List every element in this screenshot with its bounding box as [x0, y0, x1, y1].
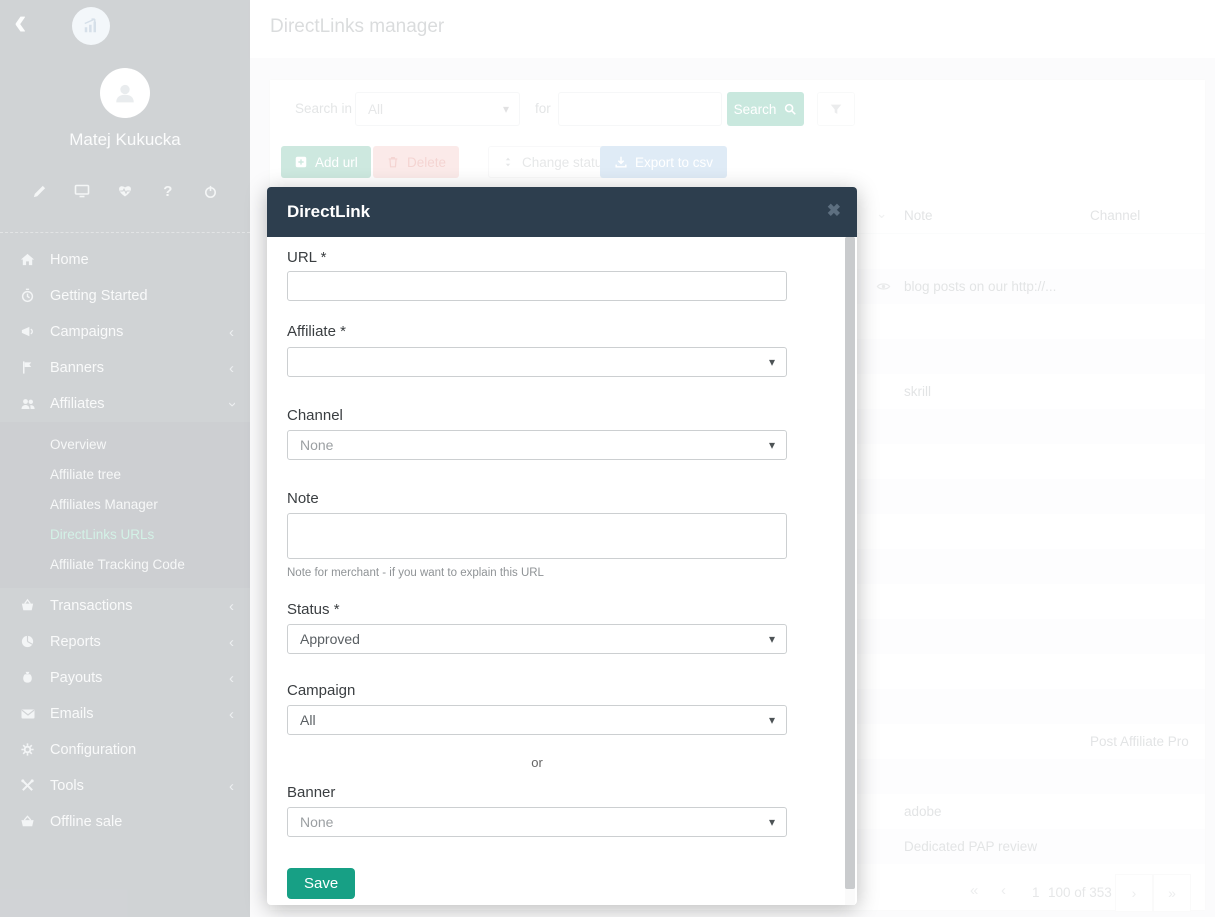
campaign-label: Campaign [287, 682, 355, 699]
status-select[interactable]: Approved ▾ [287, 624, 787, 654]
affiliate-label: Affiliate * [287, 323, 346, 340]
channel-label: Channel [287, 407, 343, 424]
status-label: Status * [287, 601, 340, 618]
channel-value: None [300, 437, 333, 453]
caret-down-icon: ▾ [769, 632, 775, 646]
app-window: ‹ Matej Kukucka ? [0, 0, 1215, 917]
save-button[interactable]: Save [287, 868, 355, 899]
close-icon[interactable]: ✖ [827, 201, 841, 221]
note-textarea[interactable] [287, 513, 787, 559]
campaign-value: All [300, 712, 316, 728]
status-value: Approved [300, 631, 360, 647]
banner-value: None [300, 814, 333, 830]
caret-down-icon: ▾ [769, 438, 775, 452]
campaign-select[interactable]: All ▾ [287, 705, 787, 735]
channel-select[interactable]: None ▾ [287, 430, 787, 460]
note-hint: Note for merchant - if you want to expla… [287, 567, 544, 579]
or-label: or [267, 755, 807, 770]
caret-down-icon: ▾ [769, 815, 775, 829]
modal-scrollbar-thumb[interactable] [845, 237, 855, 889]
caret-down-icon: ▾ [769, 713, 775, 727]
modal-title: DirectLink [287, 202, 370, 222]
note-label: Note [287, 490, 319, 507]
banner-label: Banner [287, 784, 335, 801]
banner-select[interactable]: None ▾ [287, 807, 787, 837]
url-input[interactable] [287, 271, 787, 301]
affiliate-select[interactable]: ▾ [287, 347, 787, 377]
url-label: URL * [287, 249, 326, 266]
caret-down-icon: ▾ [769, 355, 775, 369]
modal-header: DirectLink ✖ [267, 187, 857, 237]
modal-scrollbar[interactable] [845, 237, 855, 905]
modal-body: URL * Affiliate * ▾ Channel None ▾ Note … [267, 237, 857, 905]
directlink-modal: DirectLink ✖ URL * Affiliate * ▾ Channel… [267, 187, 857, 905]
